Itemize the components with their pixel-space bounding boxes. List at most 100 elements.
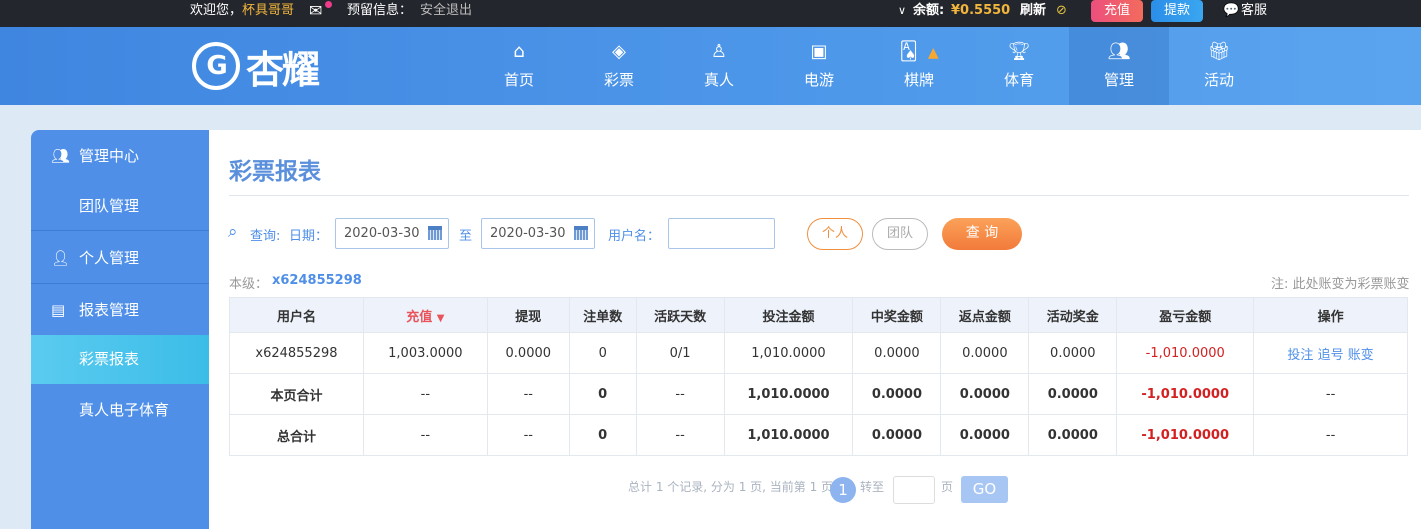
- cell-profit: -1,010.0000: [1116, 332, 1255, 374]
- cell: 0.0000: [940, 414, 1030, 456]
- page-1-button[interactable]: 1: [830, 477, 856, 503]
- logo[interactable]: G 杏耀: [192, 33, 320, 99]
- header-username[interactable]: 用户名: [229, 297, 364, 333]
- date-label: 日期：: [289, 229, 329, 244]
- nav-label: 电游: [803, 71, 834, 89]
- go-button[interactable]: GO: [961, 476, 1008, 503]
- chase-link[interactable]: 追号: [1318, 348, 1344, 363]
- cell-bonus: 0.0000: [1028, 332, 1118, 374]
- personal-button[interactable]: 个人: [807, 218, 863, 250]
- nav-lottery[interactable]: ◈ 彩票: [569, 27, 669, 105]
- search-button[interactable]: 查 询: [942, 218, 1022, 250]
- nav-home[interactable]: ⌂ 首页: [469, 27, 569, 105]
- divider: [31, 283, 209, 284]
- cell: 0: [568, 414, 637, 456]
- goto-label: 转至: [860, 480, 885, 494]
- team-button[interactable]: 团队: [872, 218, 928, 250]
- sidebar-label: 管理中心: [79, 147, 140, 165]
- cell-withdraw: 0.0000: [486, 332, 570, 374]
- slot-icon: ▣: [810, 41, 828, 62]
- nav-cards[interactable]: 🂡 ▲ 棋牌: [869, 27, 969, 105]
- nav-promo[interactable]: 🎁︎ 活动: [1169, 27, 1269, 105]
- recharge-button[interactable]: 充值: [1091, 0, 1143, 22]
- header-rebate[interactable]: 返点金额: [940, 297, 1030, 333]
- level-value[interactable]: x624855298: [272, 273, 362, 288]
- date-from-input[interactable]: 2020-03-30: [335, 218, 449, 249]
- balance-label: 余额:: [913, 3, 945, 18]
- cell: --: [635, 373, 725, 415]
- cell: 1,010.0000: [723, 414, 854, 456]
- username-input[interactable]: [668, 218, 775, 249]
- welcome-text: 欢迎您，: [190, 3, 243, 18]
- header-win-amount[interactable]: 中奖金额: [852, 297, 942, 333]
- sidebar-label: 真人电子体育: [79, 401, 170, 419]
- cell: 1,010.0000: [723, 373, 854, 415]
- table-row-grand-total: 总合计 -- -- 0 -- 1,010.0000 0.0000 0.0000 …: [229, 414, 1408, 456]
- sidebar: 👥︎ 管理中心 团队管理 👤︎ 个人管理 ▤ 报表管理 彩票报表 真人电子体育: [31, 130, 209, 529]
- calendar-icon[interactable]: [574, 226, 588, 240]
- users-icon: 👥︎: [51, 147, 71, 165]
- cell: 0.0000: [852, 414, 942, 456]
- nav-label: 彩票: [603, 71, 634, 89]
- header-withdraw[interactable]: 提现: [486, 297, 570, 333]
- header-bonus[interactable]: 活动奖金: [1028, 297, 1118, 333]
- username-label: 用户名：: [608, 229, 661, 244]
- search-icon: ⌕: [228, 222, 238, 242]
- cell: --: [362, 414, 488, 456]
- users-icon: 👥︎: [1107, 41, 1131, 62]
- ticket-icon: ◈: [612, 41, 626, 62]
- reserved-info: 预留信息：: [347, 3, 413, 18]
- cell: -1,010.0000: [1116, 414, 1255, 456]
- nav-live[interactable]: ♙ 真人: [669, 27, 769, 105]
- refresh-button[interactable]: 刷新: [1020, 0, 1046, 22]
- calendar-icon[interactable]: [428, 226, 442, 240]
- header-active-days[interactable]: 活跃天数: [635, 297, 725, 333]
- note-text: 注: 此处账变为彩票账变: [1271, 277, 1410, 292]
- cell-username: x624855298: [229, 332, 364, 374]
- top-bar: 欢迎您， 杯具哥哥 ✉ 预留信息： 安全退出 ∨ 余额: ¥0.5550 刷新 …: [0, 0, 1421, 27]
- pager-summary: 总计 1 个记录, 分为 1 页, 当前第 1 页: [628, 480, 834, 494]
- logout-link[interactable]: 安全退出: [420, 0, 472, 22]
- goto-page-input[interactable]: [893, 476, 935, 504]
- header-recharge[interactable]: 充值 ▼: [362, 297, 488, 333]
- cell: 0.0000: [1028, 414, 1118, 456]
- transactions-link[interactable]: 账变: [1348, 348, 1374, 363]
- cell: 总合计: [229, 414, 364, 456]
- withdraw-button[interactable]: 提款: [1151, 0, 1203, 22]
- nav-manage[interactable]: 👥︎ 管理: [1069, 27, 1169, 105]
- header-profit[interactable]: 盈亏金额: [1116, 297, 1255, 333]
- cell: --: [635, 414, 725, 456]
- cell-recharge: 1,003.0000: [362, 332, 488, 374]
- header-actions: 操作: [1253, 297, 1408, 333]
- table-header: 用户名 充值 ▼ 提现 注单数 活跃天数 投注金额 中奖金额 返点金额 活动奖金…: [229, 297, 1408, 333]
- cell: --: [362, 373, 488, 415]
- nav-label: 体育: [1003, 71, 1034, 89]
- level-label: 本级：: [229, 277, 269, 292]
- date-to-input[interactable]: 2020-03-30: [481, 218, 595, 249]
- bets-link[interactable]: 投注: [1287, 348, 1313, 363]
- nav-sports[interactable]: 🏆︎ 体育: [969, 27, 1069, 105]
- sidebar-item-lottery-report[interactable]: 彩票报表: [31, 335, 209, 384]
- date-from-value: 2020-03-30: [344, 226, 420, 241]
- cell-actions: 投注 追号 账变: [1253, 332, 1408, 374]
- sidebar-label: 彩票报表: [79, 350, 140, 368]
- chevron-down-icon[interactable]: ∨: [898, 0, 906, 22]
- chat-icon[interactable]: 💬: [1223, 0, 1239, 22]
- eye-hide-icon[interactable]: ⊘: [1056, 0, 1067, 22]
- nav-label: 棋牌: [903, 71, 934, 89]
- table-row: x624855298 1,003.0000 0.0000 0 0/1 1,010…: [229, 332, 1408, 374]
- username[interactable]: 杯具哥哥: [242, 0, 294, 22]
- to-label: 至: [459, 229, 473, 244]
- divider: [31, 230, 209, 231]
- cell-active-days: 0/1: [635, 332, 725, 374]
- cell: --: [1253, 414, 1408, 456]
- mail-icon[interactable]: ✉: [309, 0, 332, 22]
- header-bet-amount[interactable]: 投注金额: [723, 297, 854, 333]
- trophy-icon: 🏆︎: [1007, 41, 1031, 62]
- header-bet-count[interactable]: 注单数: [568, 297, 637, 333]
- dealer-icon: ♙: [710, 41, 728, 62]
- nav-slots[interactable]: ▣ 电游: [769, 27, 869, 105]
- service-link[interactable]: 客服: [1241, 0, 1267, 22]
- sort-down-icon[interactable]: ▼: [437, 313, 445, 324]
- cell: --: [486, 414, 570, 456]
